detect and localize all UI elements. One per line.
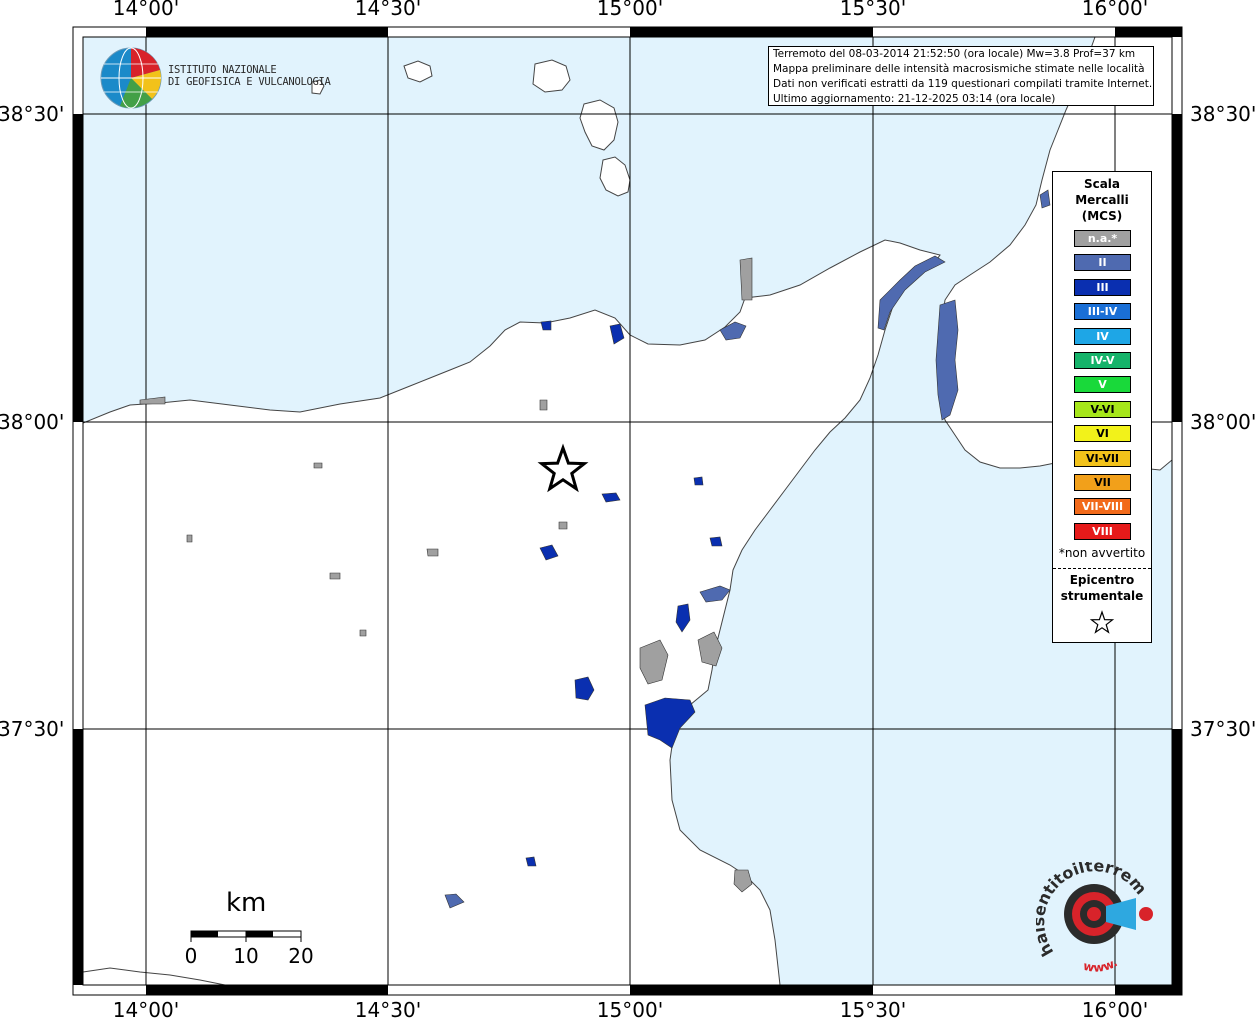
lon-label-top: 16°00' <box>1081 0 1149 20</box>
legend-epicenter-line: Epicentro <box>1069 573 1135 587</box>
lon-label-bottom: 15°30' <box>839 998 907 1022</box>
lat-label-left: 38°30' <box>0 102 65 126</box>
legend-epicenter-title: Epicentro strumentale <box>1053 572 1151 604</box>
legend-title-line: Mercalli <box>1075 193 1129 207</box>
svg-text:www.: www. <box>1082 955 1120 972</box>
legend-swatch: V-VI <box>1074 400 1131 418</box>
legend-swatch: VII <box>1074 474 1131 491</box>
legend-swatch: VIII <box>1074 522 1131 540</box>
lon-label-top: 15°00' <box>596 0 664 20</box>
scale-bar-tick: 0 <box>184 944 198 968</box>
info-line-source: Dati non verificati estratti da 119 ques… <box>773 78 1153 90</box>
legend-swatch: IV-V <box>1074 352 1131 369</box>
lon-label-bottom: 16°00' <box>1081 998 1149 1022</box>
legend-epicenter-line: strumentale <box>1060 589 1144 603</box>
legend-separator <box>1053 568 1151 569</box>
watermark-url-text: www. <box>1082 955 1120 972</box>
island-salina <box>532 59 571 93</box>
lat-label-right: 38°30' <box>1190 102 1255 126</box>
watermark-logo-icon: haisentitoilterremoto.it www. <box>1036 862 1153 972</box>
lon-label-top: 14°00' <box>112 0 180 20</box>
lat-label-left: 37°30' <box>0 717 65 741</box>
legend-title-line: (MCS) <box>1081 209 1123 223</box>
legend-swatch: III-IV <box>1074 303 1131 321</box>
legend-swatch: VI-VII <box>1074 449 1131 467</box>
institute-name: ISTITUTO NAZIONALE DI GEOFISICA E VULCAN… <box>168 64 331 88</box>
lat-label-right: 38°00' <box>1190 410 1255 434</box>
lat-label-left: 38°00' <box>0 410 65 434</box>
legend-swatch: II <box>1074 254 1131 272</box>
lon-label-top: 15°30' <box>839 0 907 20</box>
mcs-legend: Scala Mercalli (MCS) n.a.* II III III-IV IV I… <box>1052 171 1152 643</box>
lon-label-bottom: 14°00' <box>112 998 180 1022</box>
lon-label-top: 14°30' <box>354 0 422 20</box>
institute-line1: ISTITUTO NAZIONALE <box>168 64 277 76</box>
info-line-event: Terremoto del 08-03-2014 21:52:50 (ora l… <box>773 48 1136 60</box>
institute-line2: DI GEOFISICA E VULCANOLOGIA <box>168 76 331 88</box>
lon-label-bottom: 14°30' <box>354 998 422 1022</box>
event-info-box: Terremoto del 08-03-2014 21:52:50 (ora l… <box>768 46 1154 106</box>
legend-swatch: n.a.* <box>1074 230 1131 247</box>
legend-swatch: VII-VIII <box>1074 498 1131 516</box>
scale-bar-tick: 10 <box>233 944 259 968</box>
lat-label-right: 37°30' <box>1190 717 1255 741</box>
lon-label-bottom: 15°00' <box>596 998 664 1022</box>
legend-swatch: III <box>1074 278 1131 296</box>
scale-bar-unit: km <box>226 888 267 918</box>
info-line-updated: Ultimo aggiornamento: 21-12-2025 03:14 (… <box>773 93 1056 105</box>
info-line-description: Mappa preliminare delle intensità macros… <box>773 63 1145 75</box>
legend-na-note: *non avvertito <box>1058 546 1146 560</box>
legend-swatch: IV <box>1074 327 1131 345</box>
legend-title: Scala Mercalli (MCS) <box>1053 176 1151 224</box>
legend-swatch: VI <box>1074 425 1131 443</box>
legend-star-icon <box>1089 610 1115 634</box>
scale-bar-tick: 20 <box>288 944 314 968</box>
legend-swatch: V <box>1074 376 1131 394</box>
ingv-logo-icon <box>100 47 162 109</box>
legend-title-line: Scala <box>1083 177 1121 191</box>
